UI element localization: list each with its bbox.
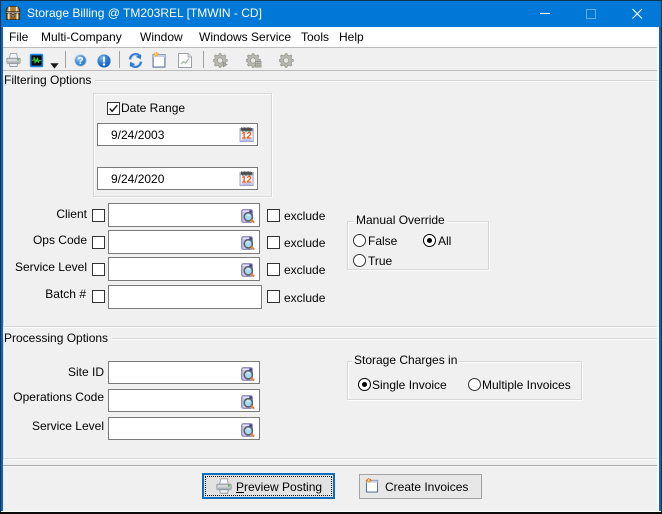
svg-text:?: ? [77, 56, 83, 67]
